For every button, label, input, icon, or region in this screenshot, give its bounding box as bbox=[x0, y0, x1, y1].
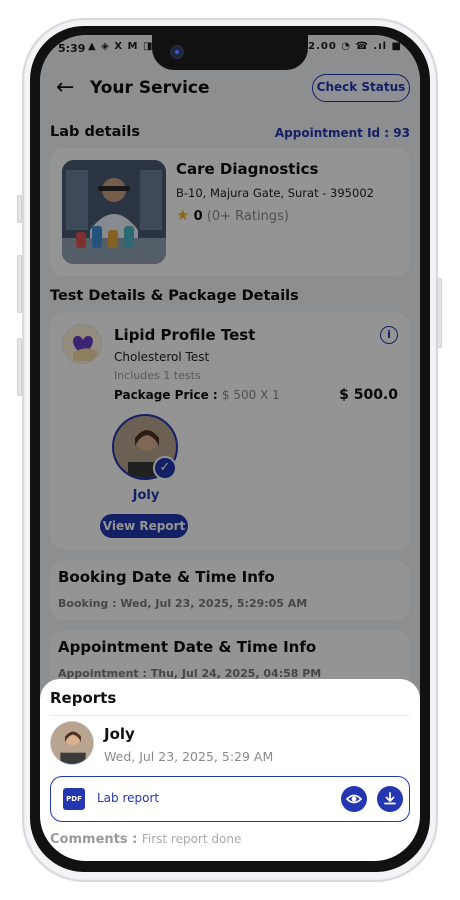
reports-title: Reports bbox=[50, 689, 117, 707]
comments-value: First report done bbox=[141, 832, 242, 846]
camera-notch bbox=[152, 35, 308, 70]
phone-side-button bbox=[17, 195, 22, 223]
avatar bbox=[50, 721, 94, 765]
report-patient-name: Joly bbox=[104, 725, 135, 743]
reports-bottom-sheet: Reports Joly Wed, Jul 23, 2025, 5:29 AM … bbox=[40, 679, 420, 861]
lab-report-row[interactable]: PDF Lab report bbox=[50, 776, 410, 822]
download-icon[interactable] bbox=[377, 786, 403, 812]
status-time: 5:39 bbox=[58, 42, 86, 55]
phone-side-button bbox=[17, 338, 22, 396]
comments: Comments : First report done bbox=[50, 832, 241, 847]
comments-label: Comments : bbox=[50, 832, 138, 847]
report-label: Lab report bbox=[97, 791, 160, 805]
divider bbox=[50, 715, 410, 716]
eye-icon[interactable] bbox=[341, 786, 367, 812]
report-date: Wed, Jul 23, 2025, 5:29 AM bbox=[104, 749, 274, 764]
phone-side-button bbox=[17, 255, 22, 313]
system-status-icons: 2.00 ◔ ☎ .ıl ■ bbox=[308, 41, 402, 52]
notification-icons: ▲ ◈ X M ◨ bbox=[88, 41, 154, 52]
phone-side-button bbox=[437, 278, 442, 348]
camera-icon bbox=[170, 45, 184, 59]
phone-screen: 5:39 ▲ ◈ X M ◨ 2.00 ◔ ☎ .ıl ■ ← Your Ser… bbox=[40, 35, 420, 861]
pdf-icon: PDF bbox=[63, 788, 85, 810]
